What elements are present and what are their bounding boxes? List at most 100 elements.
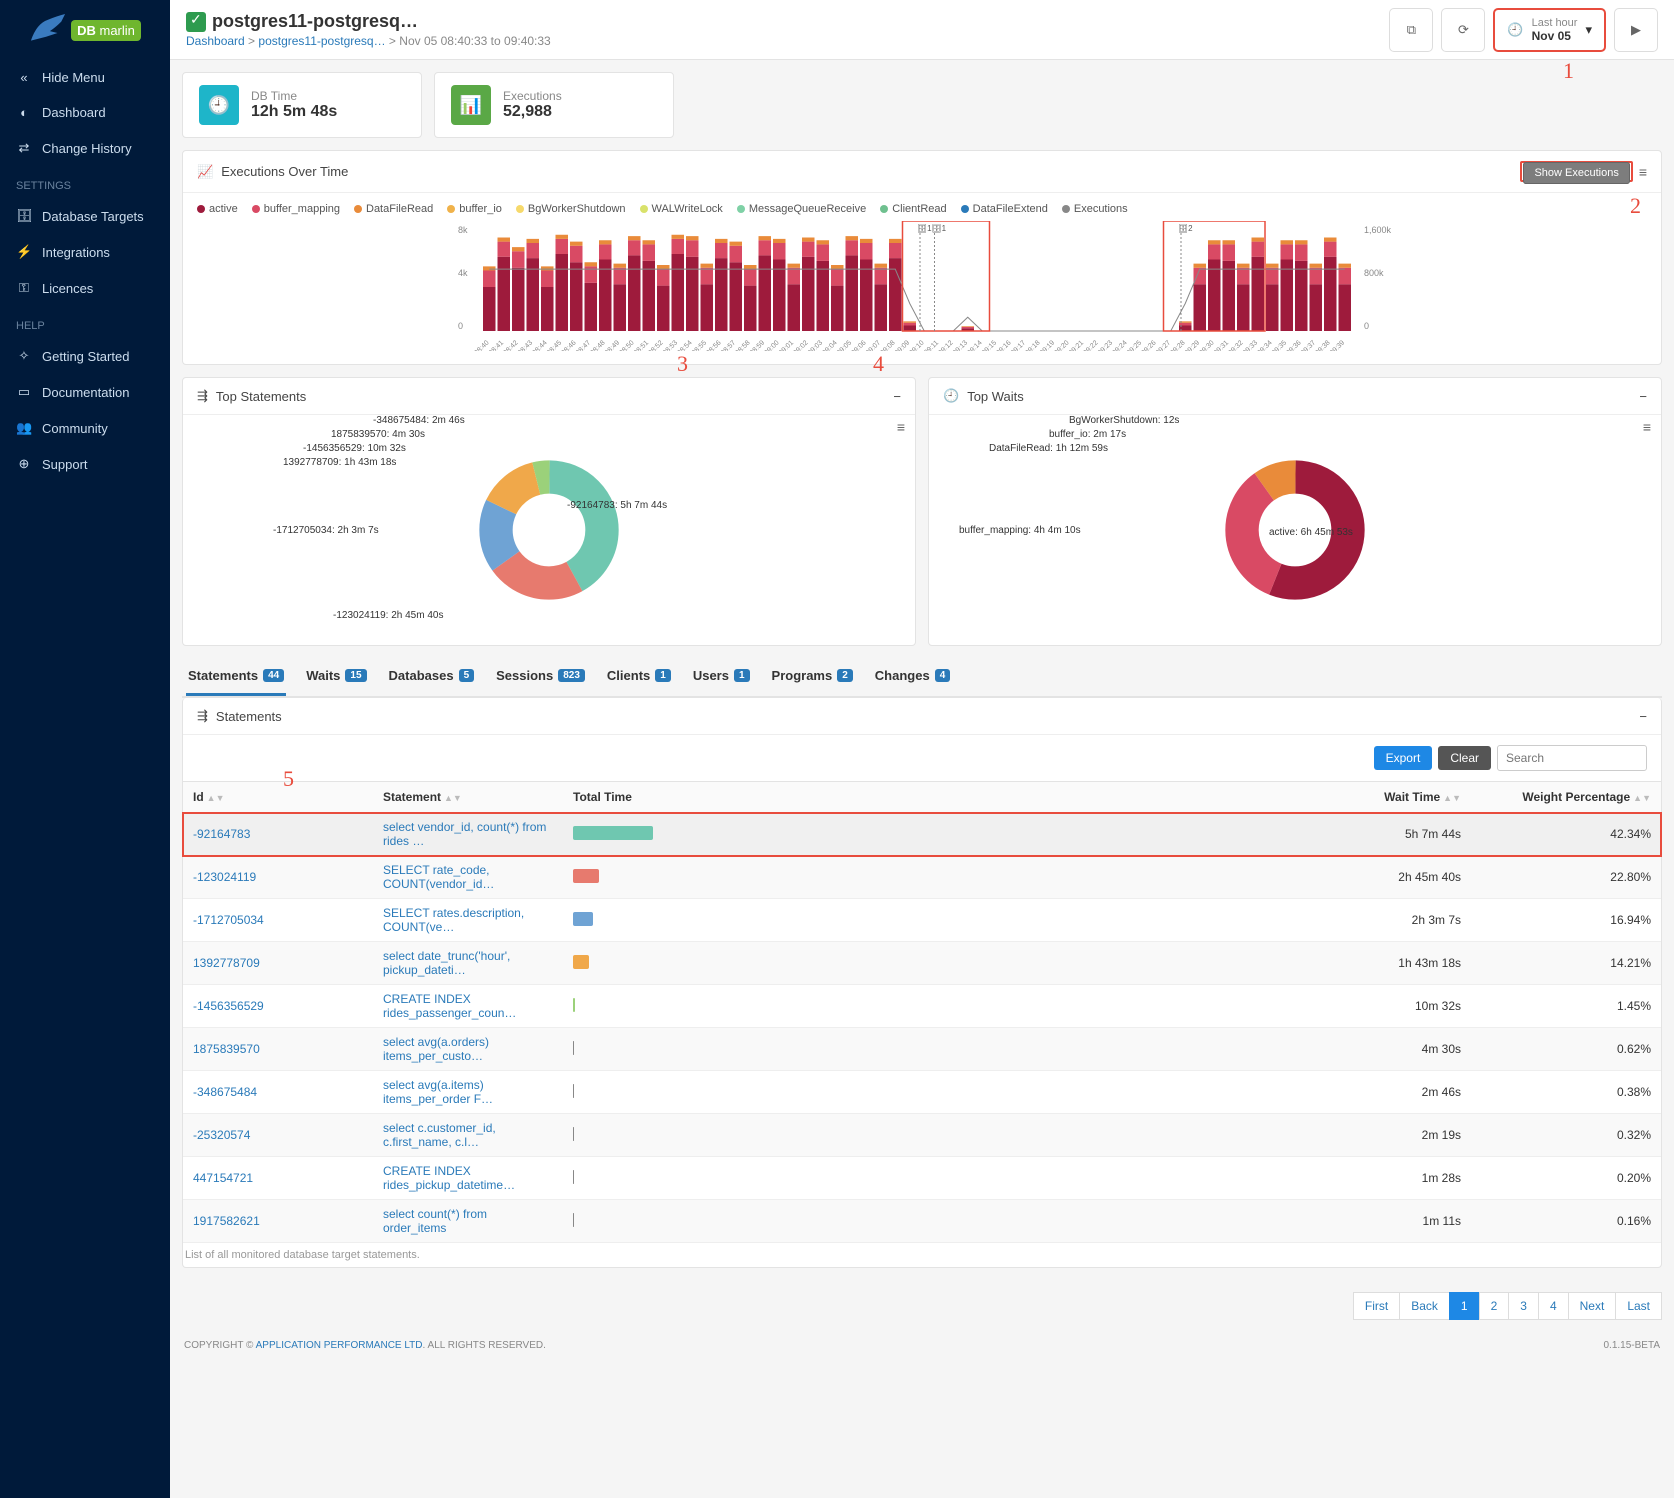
panel-menu-icon[interactable]: ≡ [1639,164,1647,180]
legend-item[interactable]: DataFileRead [354,203,433,215]
main: postgres11-postgresq… Dashboard > postgr… [170,0,1674,1371]
row-id-link[interactable]: 1917582621 [193,1214,260,1228]
col-id[interactable]: Id▲▼ [183,782,373,813]
nav-support[interactable]: ⊕Support [0,446,170,482]
donut-label: -1712705034: 2h 3m 7s [273,525,379,536]
row-stmt-link[interactable]: select avg(a.orders) items_per_custo… [383,1035,489,1063]
pager-1[interactable]: 1 [1449,1292,1480,1320]
legend-item[interactable]: Executions [1062,203,1128,215]
row-id-link[interactable]: -1712705034 [193,913,264,927]
legend-item[interactable]: ClientRead [880,203,946,215]
export-button[interactable]: Export [1374,746,1433,770]
row-id-link[interactable]: 1392778709 [193,956,260,970]
svg-text:09:02: 09:02 [792,339,809,351]
legend-item[interactable]: BgWorkerShutdown [516,203,626,215]
crumb-dashboard[interactable]: Dashboard [186,34,245,48]
pager-4[interactable]: 4 [1538,1292,1569,1320]
table-row[interactable]: 1392778709 select date_trunc('hour', pic… [183,942,1661,985]
table-row[interactable]: 447154721 CREATE INDEX rides_pickup_date… [183,1157,1661,1200]
row-id-link[interactable]: -1456356529 [193,999,264,1013]
row-id-link[interactable]: -123024119 [193,870,256,884]
table-row[interactable]: -348675484 select avg(a.items) items_per… [183,1071,1661,1114]
footer-link[interactable]: APPLICATION PERFORMANCE LTD [256,1340,423,1351]
tab-clients[interactable]: Clients 1 [605,658,673,696]
search-input[interactable] [1497,745,1647,771]
row-id-link[interactable]: 447154721 [193,1171,253,1185]
collapse-icon[interactable]: − [1639,709,1647,724]
tab-programs[interactable]: Programs 2 [770,658,855,696]
tab-statements[interactable]: Statements 44 [186,658,286,696]
refresh-icon: ⟳ [1458,22,1469,38]
pager-2[interactable]: 2 [1479,1292,1510,1320]
legend-item[interactable]: buffer_io [447,203,502,215]
nav-change-history[interactable]: ⇄Change History [0,130,170,166]
row-stmt-link[interactable]: select date_trunc('hour', pickup_dateti… [383,949,510,977]
nav-integrations[interactable]: ⚡Integrations [0,234,170,270]
tab-databases[interactable]: Databases 5 [387,658,477,696]
time-range-picker[interactable]: 🕘 Last hourNov 05 ▾ 1 [1493,8,1606,52]
table-row[interactable]: -1456356529 CREATE INDEX rides_passenger… [183,985,1661,1028]
wait-bar [573,912,593,926]
row-stmt-link[interactable]: SELECT rate_code, COUNT(vendor_id… [383,863,494,891]
top-statements-donut[interactable] [479,460,619,600]
collapse-icon[interactable]: − [893,389,901,404]
tab-users[interactable]: Users 1 [691,658,752,696]
rocket-icon: ✧ [16,348,32,364]
legend-item[interactable]: DataFileExtend [961,203,1048,215]
legend-item[interactable]: buffer_mapping [252,203,340,215]
nav-community[interactable]: 👥Community [0,410,170,446]
copy-button[interactable]: ⧉ [1389,8,1433,52]
table-row[interactable]: -25320574 select c.customer_id, c.first_… [183,1114,1661,1157]
nav-documentation[interactable]: ▭Documentation [0,374,170,410]
table-row[interactable]: 1917582621 select count(*) from order_it… [183,1200,1661,1243]
pager-3[interactable]: 3 [1508,1292,1539,1320]
row-stmt-link[interactable]: select c.customer_id, c.first_name, c.l… [383,1121,496,1149]
svg-text:08:41: 08:41 [488,339,505,351]
row-stmt-link[interactable]: select count(*) from order_items [383,1207,487,1235]
table-row[interactable]: 1875839570 select avg(a.orders) items_pe… [183,1028,1661,1071]
pager-back[interactable]: Back [1399,1292,1450,1320]
pager-last[interactable]: Last [1615,1292,1662,1320]
col-weight[interactable]: Weight Percentage▲▼ [1471,782,1661,813]
tab-waits[interactable]: Waits 15 [304,658,368,696]
panel-menu-icon[interactable]: ≡ [1643,419,1651,435]
row-stmt-link[interactable]: CREATE INDEX rides_passenger_coun… [383,992,516,1020]
pager-next[interactable]: Next [1568,1292,1617,1320]
col-total[interactable]: Total Time [563,782,1281,813]
legend-item[interactable]: active [197,203,238,215]
tab-changes[interactable]: Changes 4 [873,658,952,696]
executions-chart[interactable]: 8k 4k 0 1,600k 800k 008:4008:4108:4208:4… [197,221,1647,351]
collapse-icon[interactable]: − [1639,389,1647,404]
nav-dashboard[interactable]: ◐Dashboard [0,95,170,130]
row-stmt-link[interactable]: SELECT rates.description, COUNT(ve… [383,906,524,934]
logo[interactable]: DB marlin [0,0,170,60]
legend-item[interactable]: MessageQueueReceive [737,203,866,215]
row-stmt-link[interactable]: select avg(a.items) items_per_order F… [383,1078,493,1106]
col-statement[interactable]: Statement▲▼ [373,782,563,813]
hide-menu[interactable]: «Hide Menu [0,60,170,95]
crumb-target[interactable]: postgres11-postgresq… [258,34,385,48]
chart-icon: 📊 [451,85,491,125]
row-stmt-link[interactable]: CREATE INDEX rides_pickup_datetime… [383,1164,515,1192]
table-row[interactable]: -123024119 SELECT rate_code, COUNT(vendo… [183,856,1661,899]
legend-item[interactable]: WALWriteLock [640,203,723,215]
tab-sessions[interactable]: Sessions 823 [494,658,587,696]
panel-menu-icon[interactable]: ≡ [897,419,905,435]
pager-first[interactable]: First [1353,1292,1400,1320]
nav-licences[interactable]: ⚿Licences [0,270,170,306]
clear-button[interactable]: Clear [1438,746,1491,770]
col-wait[interactable]: Wait Time▲▼ [1281,782,1471,813]
show-executions-button[interactable]: Show Executions [1523,162,1629,184]
nav-db-targets[interactable]: 🗄Database Targets [0,198,170,234]
flow-icon: ⇶ [197,708,208,724]
row-id-link[interactable]: -25320574 [193,1128,250,1142]
table-row[interactable]: -1712705034 SELECT rates.description, CO… [183,899,1661,942]
row-id-link[interactable]: -348675484 [193,1085,257,1099]
refresh-button[interactable]: ⟳ [1441,8,1485,52]
nav-getting-started[interactable]: ✧Getting Started [0,338,170,374]
table-row[interactable]: -92164783 select vendor_id, count(*) fro… [183,813,1661,856]
play-button[interactable]: ▶ [1614,8,1658,52]
row-stmt-link[interactable]: select vendor_id, count(*) from rides … [383,820,546,848]
row-id-link[interactable]: -92164783 [193,827,250,841]
row-id-link[interactable]: 1875839570 [193,1042,260,1056]
